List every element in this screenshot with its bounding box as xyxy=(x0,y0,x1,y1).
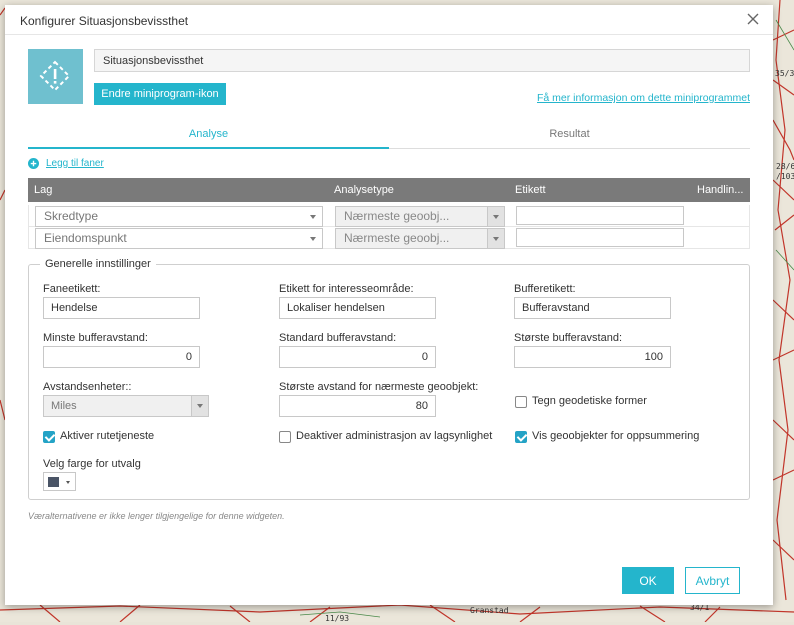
layer-select[interactable]: Eiendomspunkt xyxy=(35,228,323,249)
map-label: 28/6 xyxy=(776,162,794,171)
add-tab-label: Legg til faner xyxy=(46,158,104,169)
chevron-down-icon xyxy=(191,396,208,416)
general-settings-legend: Generelle innstillinger xyxy=(40,258,156,270)
layer-select-value: Eiendomspunkt xyxy=(44,231,127,245)
summary-checkbox[interactable] xyxy=(515,431,527,443)
tab-label-caption: Faneetikett: xyxy=(43,283,101,295)
general-settings-group: Generelle innstillinger Faneetikett: Eti… xyxy=(28,258,750,500)
tab-resultat[interactable]: Resultat xyxy=(389,123,750,149)
layer-select[interactable]: Skredtype xyxy=(35,206,323,227)
tab-label-input[interactable] xyxy=(43,297,200,319)
max-nearest-caption: Største avstand for nærmeste geoobjekt: xyxy=(279,381,479,393)
selection-color-picker[interactable] xyxy=(43,472,76,491)
routing-checkbox[interactable] xyxy=(43,431,55,443)
config-dialog: Konfigurer Situasjonsbevissthet Endre mi… xyxy=(5,5,773,605)
more-info-link[interactable]: Få mer informasjon om dette miniprogramm… xyxy=(537,92,750,104)
dialog-header: Konfigurer Situasjonsbevissthet xyxy=(5,5,773,35)
geodesic-label: Tegn geodetiske former xyxy=(532,395,647,407)
disable-layer-visibility-checkbox[interactable] xyxy=(279,431,291,443)
buffer-label-caption: Bufferetikett: xyxy=(514,283,576,295)
aoi-label-caption: Etikett for interesseområde: xyxy=(279,283,414,295)
widget-icon xyxy=(28,49,83,104)
min-buffer-input[interactable] xyxy=(43,346,200,368)
summary-label: Vis geoobjekter for oppsummering xyxy=(532,430,700,442)
distance-units-select[interactable]: Miles xyxy=(43,395,209,417)
cancel-button[interactable]: Avbryt xyxy=(685,567,740,594)
chevron-down-icon xyxy=(487,207,504,226)
tab-bar: Analyse Resultat xyxy=(28,123,750,149)
min-buffer-caption: Minste bufferavstand: xyxy=(43,332,148,344)
buffer-label-input[interactable] xyxy=(514,297,671,319)
analysis-type-value: Nærmeste geoobj... xyxy=(344,209,450,223)
column-header-actions: Handlin... xyxy=(697,184,744,196)
analysis-type-select: Nærmeste geoobj... xyxy=(335,228,505,249)
tab-analyse[interactable]: Analyse xyxy=(28,123,389,149)
selection-color-caption: Velg farge for utvalg xyxy=(43,458,141,470)
layer-select-value: Skredtype xyxy=(44,209,99,223)
label-input[interactable] xyxy=(516,228,684,247)
max-buffer-caption: Største bufferavstand: xyxy=(514,332,623,344)
chevron-down-icon xyxy=(487,229,504,248)
geodesic-checkbox[interactable] xyxy=(515,396,527,408)
max-nearest-input[interactable] xyxy=(279,395,436,417)
column-header-layer: Lag xyxy=(34,184,53,196)
chevron-down-icon xyxy=(66,481,70,484)
disable-layer-visibility-label: Deaktiver administrasjon av lagsynlighet xyxy=(296,430,493,442)
change-icon-button[interactable]: Endre miniprogram-ikon xyxy=(94,83,226,105)
situational-awareness-icon xyxy=(39,60,71,92)
color-swatch xyxy=(48,477,59,487)
column-header-label: Etikett xyxy=(515,184,546,196)
chevron-down-icon xyxy=(305,207,322,226)
aoi-label-input[interactable] xyxy=(279,297,436,319)
analysis-type-select: Nærmeste geoobj... xyxy=(335,206,505,227)
routing-label: Aktiver rutetjeneste xyxy=(60,430,155,442)
weather-note: Væralternativene er ikke lenger tilgjeng… xyxy=(28,511,285,521)
max-buffer-input[interactable] xyxy=(514,346,671,368)
table-row: Eiendomspunkt Nærmeste geoobj... xyxy=(28,227,750,249)
column-header-analysis-type: Analysetype xyxy=(334,184,394,196)
table-row: Skredtype Nærmeste geoobj... xyxy=(28,205,750,227)
map-label: 35/3 xyxy=(775,69,794,78)
close-icon[interactable] xyxy=(745,11,761,27)
ok-button[interactable]: OK xyxy=(622,567,674,594)
default-buffer-caption: Standard bufferavstand: xyxy=(279,332,397,344)
add-circle-icon xyxy=(28,158,39,169)
chevron-down-icon xyxy=(305,229,322,248)
widget-name-input[interactable] xyxy=(94,49,750,72)
label-input[interactable] xyxy=(516,206,684,225)
layers-table-header: Lag Analysetype Etikett Handlin... xyxy=(28,178,750,202)
distance-units-value: Miles xyxy=(51,400,77,412)
distance-units-caption: Avstandsenheter:: xyxy=(43,381,132,393)
dialog-title: Konfigurer Situasjonsbevissthet xyxy=(20,14,189,28)
map-label: /103 xyxy=(776,172,794,181)
default-buffer-input[interactable] xyxy=(279,346,436,368)
map-label: Granstad xyxy=(470,606,509,615)
analysis-type-value: Nærmeste geoobj... xyxy=(344,231,450,245)
